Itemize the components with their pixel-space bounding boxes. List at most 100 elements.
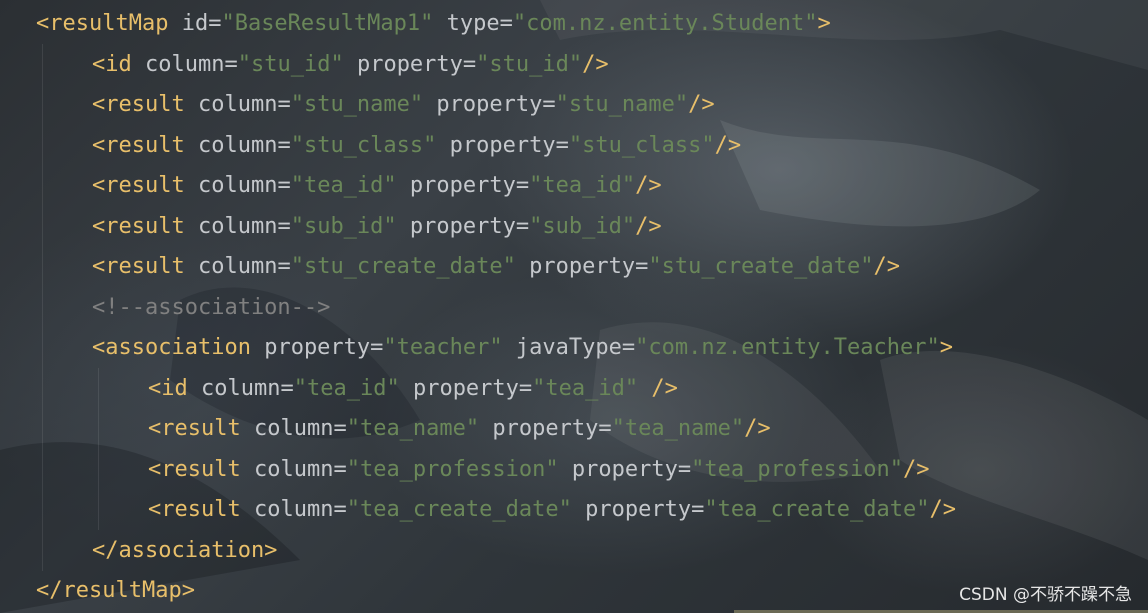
- code-line[interactable]: <id column="tea_id" property="tea_id" />: [36, 369, 956, 410]
- attribute-name: property: [409, 173, 516, 198]
- equals-sign: =: [691, 497, 705, 522]
- equals-sign: =: [277, 132, 291, 158]
- attribute-value: "tea_create_date": [346, 497, 572, 522]
- equals-sign: =: [224, 51, 238, 77]
- tag-end: />: [873, 254, 901, 279]
- tag-name: <resultMap: [36, 11, 169, 36]
- equals-sign: =: [677, 456, 692, 482]
- tag-name: <id: [92, 51, 132, 77]
- attribute-value: "stu_class": [290, 132, 437, 158]
- code-line[interactable]: <association property="teacher" javaType…: [36, 328, 956, 369]
- code-line[interactable]: <result column="tea_name" property="tea_…: [36, 409, 956, 450]
- attribute-value: "tea_id": [290, 173, 397, 198]
- equals-sign: =: [598, 416, 612, 441]
- equals-sign: =: [277, 254, 291, 279]
- code-line[interactable]: <result column="stu_class" property="stu…: [36, 126, 956, 167]
- attribute-value: "tea_name": [346, 416, 480, 441]
- tag-name: <result: [92, 213, 185, 239]
- tag-name: <result: [92, 173, 185, 198]
- equals-sign: =: [542, 92, 556, 117]
- attribute-value: "stu_create_date": [648, 254, 874, 279]
- attribute-name: property: [585, 497, 692, 522]
- equals-sign: =: [621, 335, 636, 360]
- attribute-value: "stu_id": [237, 51, 344, 77]
- equals-sign: =: [333, 497, 347, 522]
- tag-name: <result: [148, 497, 241, 522]
- equals-sign: =: [515, 173, 530, 198]
- tag-name: <id: [148, 375, 188, 401]
- attribute-value: "stu_id": [476, 51, 583, 77]
- code-line[interactable]: </association>: [36, 531, 956, 572]
- code-line[interactable]: <resultMap id="BaseResultMap1" type="com…: [36, 4, 956, 45]
- equals-sign: =: [208, 11, 222, 36]
- tag-end: />: [929, 497, 957, 522]
- equals-sign: =: [277, 92, 291, 117]
- attribute-value: "tea_create_date": [704, 497, 930, 522]
- attribute-value: "stu_class": [568, 132, 715, 158]
- code-line[interactable]: <result column="tea_create_date" propert…: [36, 490, 956, 531]
- attribute-value: "tea_profession": [346, 456, 559, 482]
- attribute-name: property: [571, 456, 678, 482]
- code-line[interactable]: <!--association-->: [36, 288, 956, 329]
- tag-end: />: [635, 213, 662, 239]
- equals-sign: =: [277, 173, 291, 198]
- tag-name: <result: [92, 92, 185, 117]
- tag-end: />: [744, 416, 771, 441]
- attribute-name: property: [412, 375, 519, 401]
- attribute-name: column: [197, 254, 278, 279]
- code-line[interactable]: <result column="sub_id" property="sub_id…: [36, 207, 956, 248]
- equals-sign: =: [462, 51, 477, 77]
- tag-end: />: [714, 132, 742, 158]
- attribute-value: "stu_create_date": [290, 254, 516, 279]
- code-line[interactable]: <id column="stu_id" property="stu_id"/>: [36, 45, 956, 86]
- tag-name: <association: [92, 335, 251, 360]
- attribute-name: property: [409, 213, 516, 239]
- attribute-name: column: [197, 92, 278, 117]
- tag-end: />: [582, 51, 609, 77]
- tag-name: <result: [148, 416, 241, 441]
- closing-tag: </resultMap>: [36, 578, 195, 603]
- code-comment: <!--association-->: [92, 294, 331, 320]
- attribute-value: "tea_profession": [691, 456, 904, 482]
- code-lines: <resultMap id="BaseResultMap1" type="com…: [36, 4, 956, 612]
- attribute-value: "tea_id": [293, 375, 400, 401]
- csdn-watermark: CSDN @不骄不躁不急: [959, 585, 1132, 605]
- code-line[interactable]: <result column="tea_profession" property…: [36, 450, 956, 491]
- attribute-name: property: [529, 254, 636, 279]
- code-line[interactable]: <result column="tea_id" property="tea_id…: [36, 166, 956, 207]
- attribute-name: column: [197, 132, 278, 158]
- attribute-name: column: [253, 456, 334, 482]
- closing-tag: </association>: [92, 537, 278, 563]
- code-line[interactable]: </resultMap>: [36, 571, 956, 612]
- attribute-value: "stu_name": [555, 92, 689, 117]
- equals-sign: =: [635, 254, 649, 279]
- attribute-name: column: [253, 416, 334, 441]
- attribute-name: javaType: [515, 335, 622, 360]
- equals-sign: =: [518, 375, 533, 401]
- attribute-value: "tea_id": [532, 375, 639, 401]
- attribute-name: column: [145, 51, 225, 77]
- equals-sign: =: [280, 375, 294, 401]
- equals-sign: =: [515, 213, 530, 239]
- attribute-name: column: [253, 497, 334, 522]
- attribute-name: column: [197, 213, 278, 239]
- attribute-name: property: [436, 92, 543, 117]
- tag-end: />: [903, 456, 930, 482]
- attribute-value: "stu_name": [290, 92, 424, 117]
- equals-sign: =: [333, 416, 347, 441]
- attribute-value: "BaseResultMap1": [221, 11, 434, 36]
- tag-end: >: [939, 335, 953, 360]
- tag-end: >: [817, 11, 831, 36]
- attribute-value: "tea_id": [529, 173, 636, 198]
- equals-sign: =: [333, 456, 347, 482]
- attribute-value: "com.nz.entity.Student": [512, 11, 818, 36]
- equals-sign: =: [499, 11, 513, 36]
- attribute-name: column: [201, 375, 281, 401]
- tag-end: />: [688, 92, 715, 117]
- attribute-name: id: [181, 11, 209, 36]
- code-line[interactable]: <result column="stu_name" property="stu_…: [36, 85, 956, 126]
- attribute-name: property: [356, 51, 463, 77]
- equals-sign: =: [277, 213, 291, 239]
- attribute-name: property: [492, 416, 599, 441]
- code-line[interactable]: <result column="stu_create_date" propert…: [36, 247, 956, 288]
